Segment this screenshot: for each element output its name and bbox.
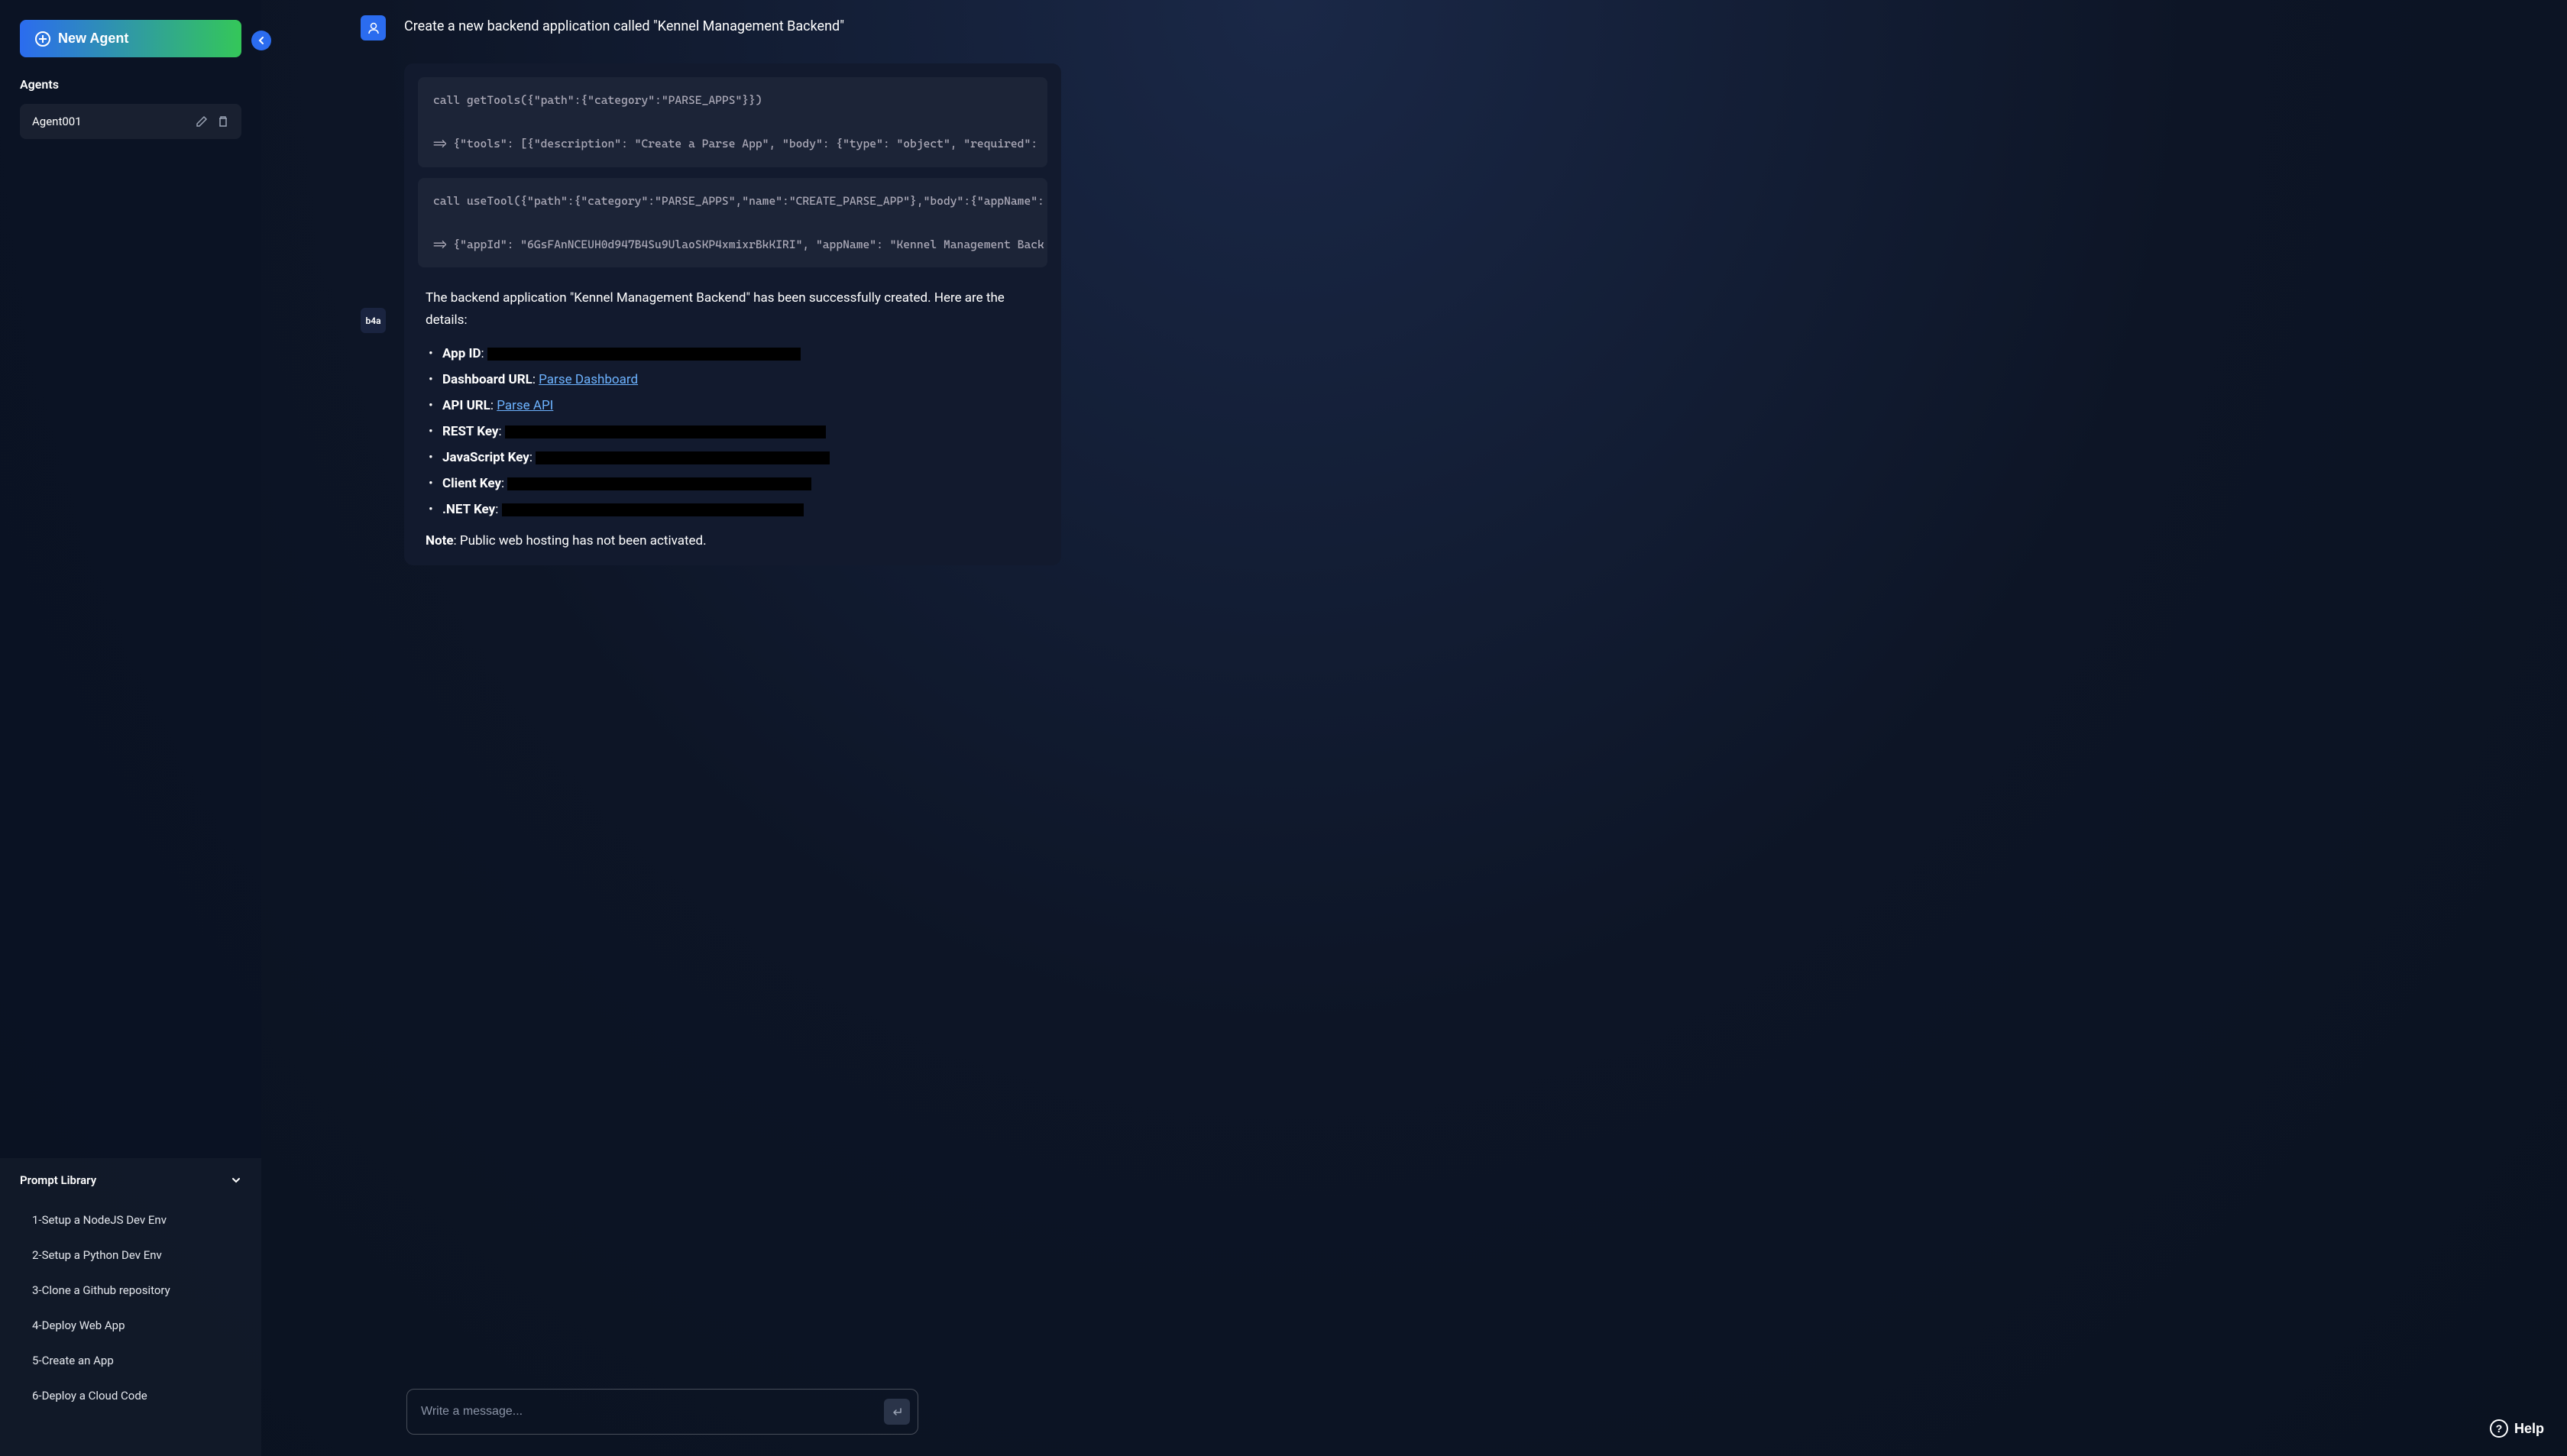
prompt-item-1[interactable]: 1-Setup a NodeJS Dev Env bbox=[20, 1202, 241, 1238]
prompt-item-3[interactable]: 3-Clone a Github repository bbox=[20, 1273, 241, 1308]
api-link[interactable]: Parse API bbox=[497, 398, 553, 413]
code-block-2: call useTool({"path":{"category":"PARSE_… bbox=[418, 178, 1047, 268]
help-icon: ? bbox=[2490, 1419, 2508, 1438]
prompt-list: 1-Setup a NodeJS Dev Env 2-Setup a Pytho… bbox=[0, 1202, 261, 1428]
redacted-value bbox=[507, 477, 811, 490]
prompt-library-title: Prompt Library bbox=[20, 1173, 96, 1187]
chevron-down-icon bbox=[231, 1175, 241, 1186]
message-input[interactable] bbox=[421, 1396, 884, 1428]
detail-label: JavaScript Key bbox=[442, 450, 529, 465]
detail-label: API URL bbox=[442, 398, 490, 413]
redacted-value bbox=[487, 348, 801, 361]
note-label: Note bbox=[426, 533, 454, 548]
send-button[interactable] bbox=[884, 1399, 910, 1425]
agents-title: Agents bbox=[20, 77, 241, 92]
pencil-icon bbox=[196, 115, 208, 128]
input-area bbox=[261, 1375, 964, 1456]
help-label: Help bbox=[2514, 1421, 2544, 1437]
agents-section: Agents Agent001 bbox=[0, 77, 261, 139]
help-button[interactable]: ? Help bbox=[2490, 1419, 2544, 1438]
response-content: call getTools({"path":{"category":"PARSE… bbox=[404, 63, 1061, 565]
detail-rest-key: REST Key: bbox=[426, 419, 1040, 445]
sidebar: New Agent Agents Agent001 bbox=[0, 0, 261, 1456]
detail-dashboard-url: Dashboard URL: Parse Dashboard bbox=[426, 367, 1040, 393]
redacted-value bbox=[505, 425, 826, 438]
new-agent-button[interactable]: New Agent bbox=[20, 20, 241, 57]
response-intro: The backend application "Kennel Manageme… bbox=[404, 278, 1061, 341]
code-block-1: call getTools({"path":{"category":"PARSE… bbox=[418, 77, 1047, 167]
chat-area: Create a new backend application called … bbox=[261, 0, 2567, 1375]
detail-app-id: App ID: bbox=[426, 341, 1040, 367]
detail-label: REST Key bbox=[442, 424, 498, 439]
user-message-text: Create a new backend application called … bbox=[404, 15, 844, 34]
delete-agent-button[interactable] bbox=[217, 115, 229, 128]
prompt-item-5[interactable]: 5-Create an App bbox=[20, 1343, 241, 1378]
sidebar-top: New Agent bbox=[0, 0, 261, 77]
redacted-value bbox=[502, 503, 804, 516]
new-agent-label: New Agent bbox=[58, 31, 128, 47]
redacted-value bbox=[536, 451, 830, 464]
assistant-response: b4a call getTools({"path":{"category":"P… bbox=[361, 63, 2521, 565]
dashboard-link[interactable]: Parse Dashboard bbox=[539, 372, 638, 387]
agent-actions bbox=[196, 115, 229, 128]
details-list: App ID: Dashboard URL: Parse Dashboard A… bbox=[404, 341, 1061, 523]
prompt-library-section: Prompt Library 1-Setup a NodeJS Dev Env … bbox=[0, 1158, 261, 1456]
prompt-library-header[interactable]: Prompt Library bbox=[0, 1158, 261, 1202]
detail-label: Dashboard URL bbox=[442, 372, 532, 387]
user-icon bbox=[367, 21, 380, 35]
detail-label: Client Key bbox=[442, 476, 501, 491]
enter-icon bbox=[891, 1406, 903, 1418]
prompt-item-6[interactable]: 6-Deploy a Cloud Code bbox=[20, 1378, 241, 1413]
input-wrapper bbox=[406, 1389, 918, 1435]
prompt-item-4[interactable]: 4-Deploy Web App bbox=[20, 1308, 241, 1343]
detail-client-key: Client Key: bbox=[426, 471, 1040, 497]
agent-name: Agent001 bbox=[32, 115, 82, 128]
detail-label: .NET Key bbox=[442, 502, 495, 517]
detail-api-url: API URL: Parse API bbox=[426, 393, 1040, 419]
main-content: Create a new backend application called … bbox=[261, 0, 2567, 1456]
user-message: Create a new backend application called … bbox=[361, 15, 2521, 40]
edit-agent-button[interactable] bbox=[196, 115, 208, 128]
note-text: : Public web hosting has not been activa… bbox=[454, 533, 707, 548]
detail-dotnet-key: .NET Key: bbox=[426, 497, 1040, 523]
note-line: Note: Public web hosting has not been ac… bbox=[404, 523, 1061, 548]
user-avatar bbox=[361, 15, 386, 40]
plus-circle-icon bbox=[35, 31, 50, 47]
assistant-avatar: b4a bbox=[361, 308, 386, 333]
detail-label: App ID bbox=[442, 346, 481, 361]
trash-icon bbox=[217, 115, 229, 128]
detail-js-key: JavaScript Key: bbox=[426, 445, 1040, 471]
agent-item[interactable]: Agent001 bbox=[20, 104, 241, 139]
prompt-item-2[interactable]: 2-Setup a Python Dev Env bbox=[20, 1238, 241, 1273]
